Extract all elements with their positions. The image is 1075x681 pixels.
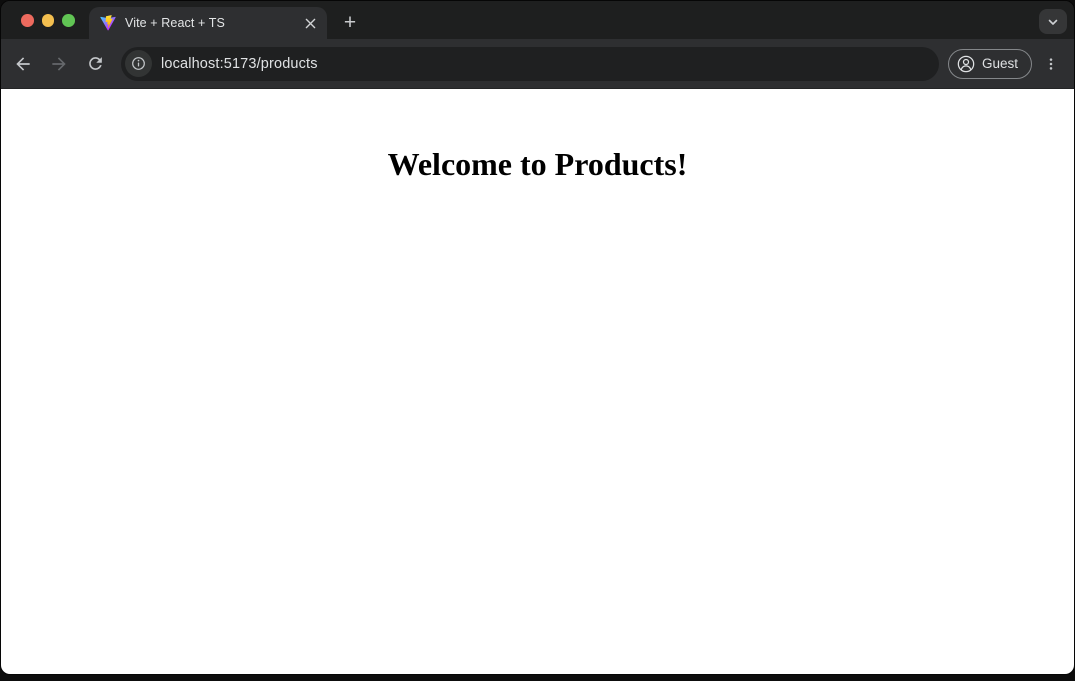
browser-toolbar: localhost:5173/products Guest	[1, 39, 1074, 89]
three-dot-vertical-icon	[1043, 56, 1059, 72]
zoom-window-button[interactable]	[62, 14, 75, 27]
reload-icon	[86, 54, 105, 73]
url-text[interactable]: localhost:5173/products	[161, 56, 318, 72]
minimize-window-button[interactable]	[42, 14, 55, 27]
tab-vite-react-ts[interactable]: Vite + React + TS	[89, 7, 327, 39]
person-circle-icon	[956, 54, 976, 74]
forward-button[interactable]	[42, 47, 76, 81]
browser-window: Vite + React + TS +	[0, 0, 1075, 675]
arrow-right-icon	[49, 54, 69, 74]
tab-search-button[interactable]	[1039, 9, 1067, 34]
chevron-down-icon	[1047, 16, 1059, 28]
profile-button[interactable]: Guest	[948, 49, 1032, 79]
browser-menu-button[interactable]	[1035, 48, 1067, 80]
vite-logo-icon	[100, 15, 116, 31]
tab-title: Vite + React + TS	[125, 16, 301, 30]
back-button[interactable]	[6, 47, 40, 81]
tab-strip: Vite + React + TS +	[1, 1, 1074, 39]
address-bar[interactable]: localhost:5173/products	[121, 47, 939, 81]
tab-close-button[interactable]	[301, 14, 319, 32]
reload-button[interactable]	[78, 47, 112, 81]
page-heading: Welcome to Products!	[1, 146, 1074, 183]
arrow-left-icon	[13, 54, 33, 74]
new-tab-button[interactable]: +	[336, 8, 364, 36]
traffic-lights	[21, 14, 75, 27]
close-window-button[interactable]	[21, 14, 34, 27]
info-circle-icon	[130, 55, 147, 72]
site-info-button[interactable]	[125, 50, 152, 77]
page-content: Welcome to Products!	[1, 89, 1074, 674]
profile-label: Guest	[982, 56, 1018, 71]
